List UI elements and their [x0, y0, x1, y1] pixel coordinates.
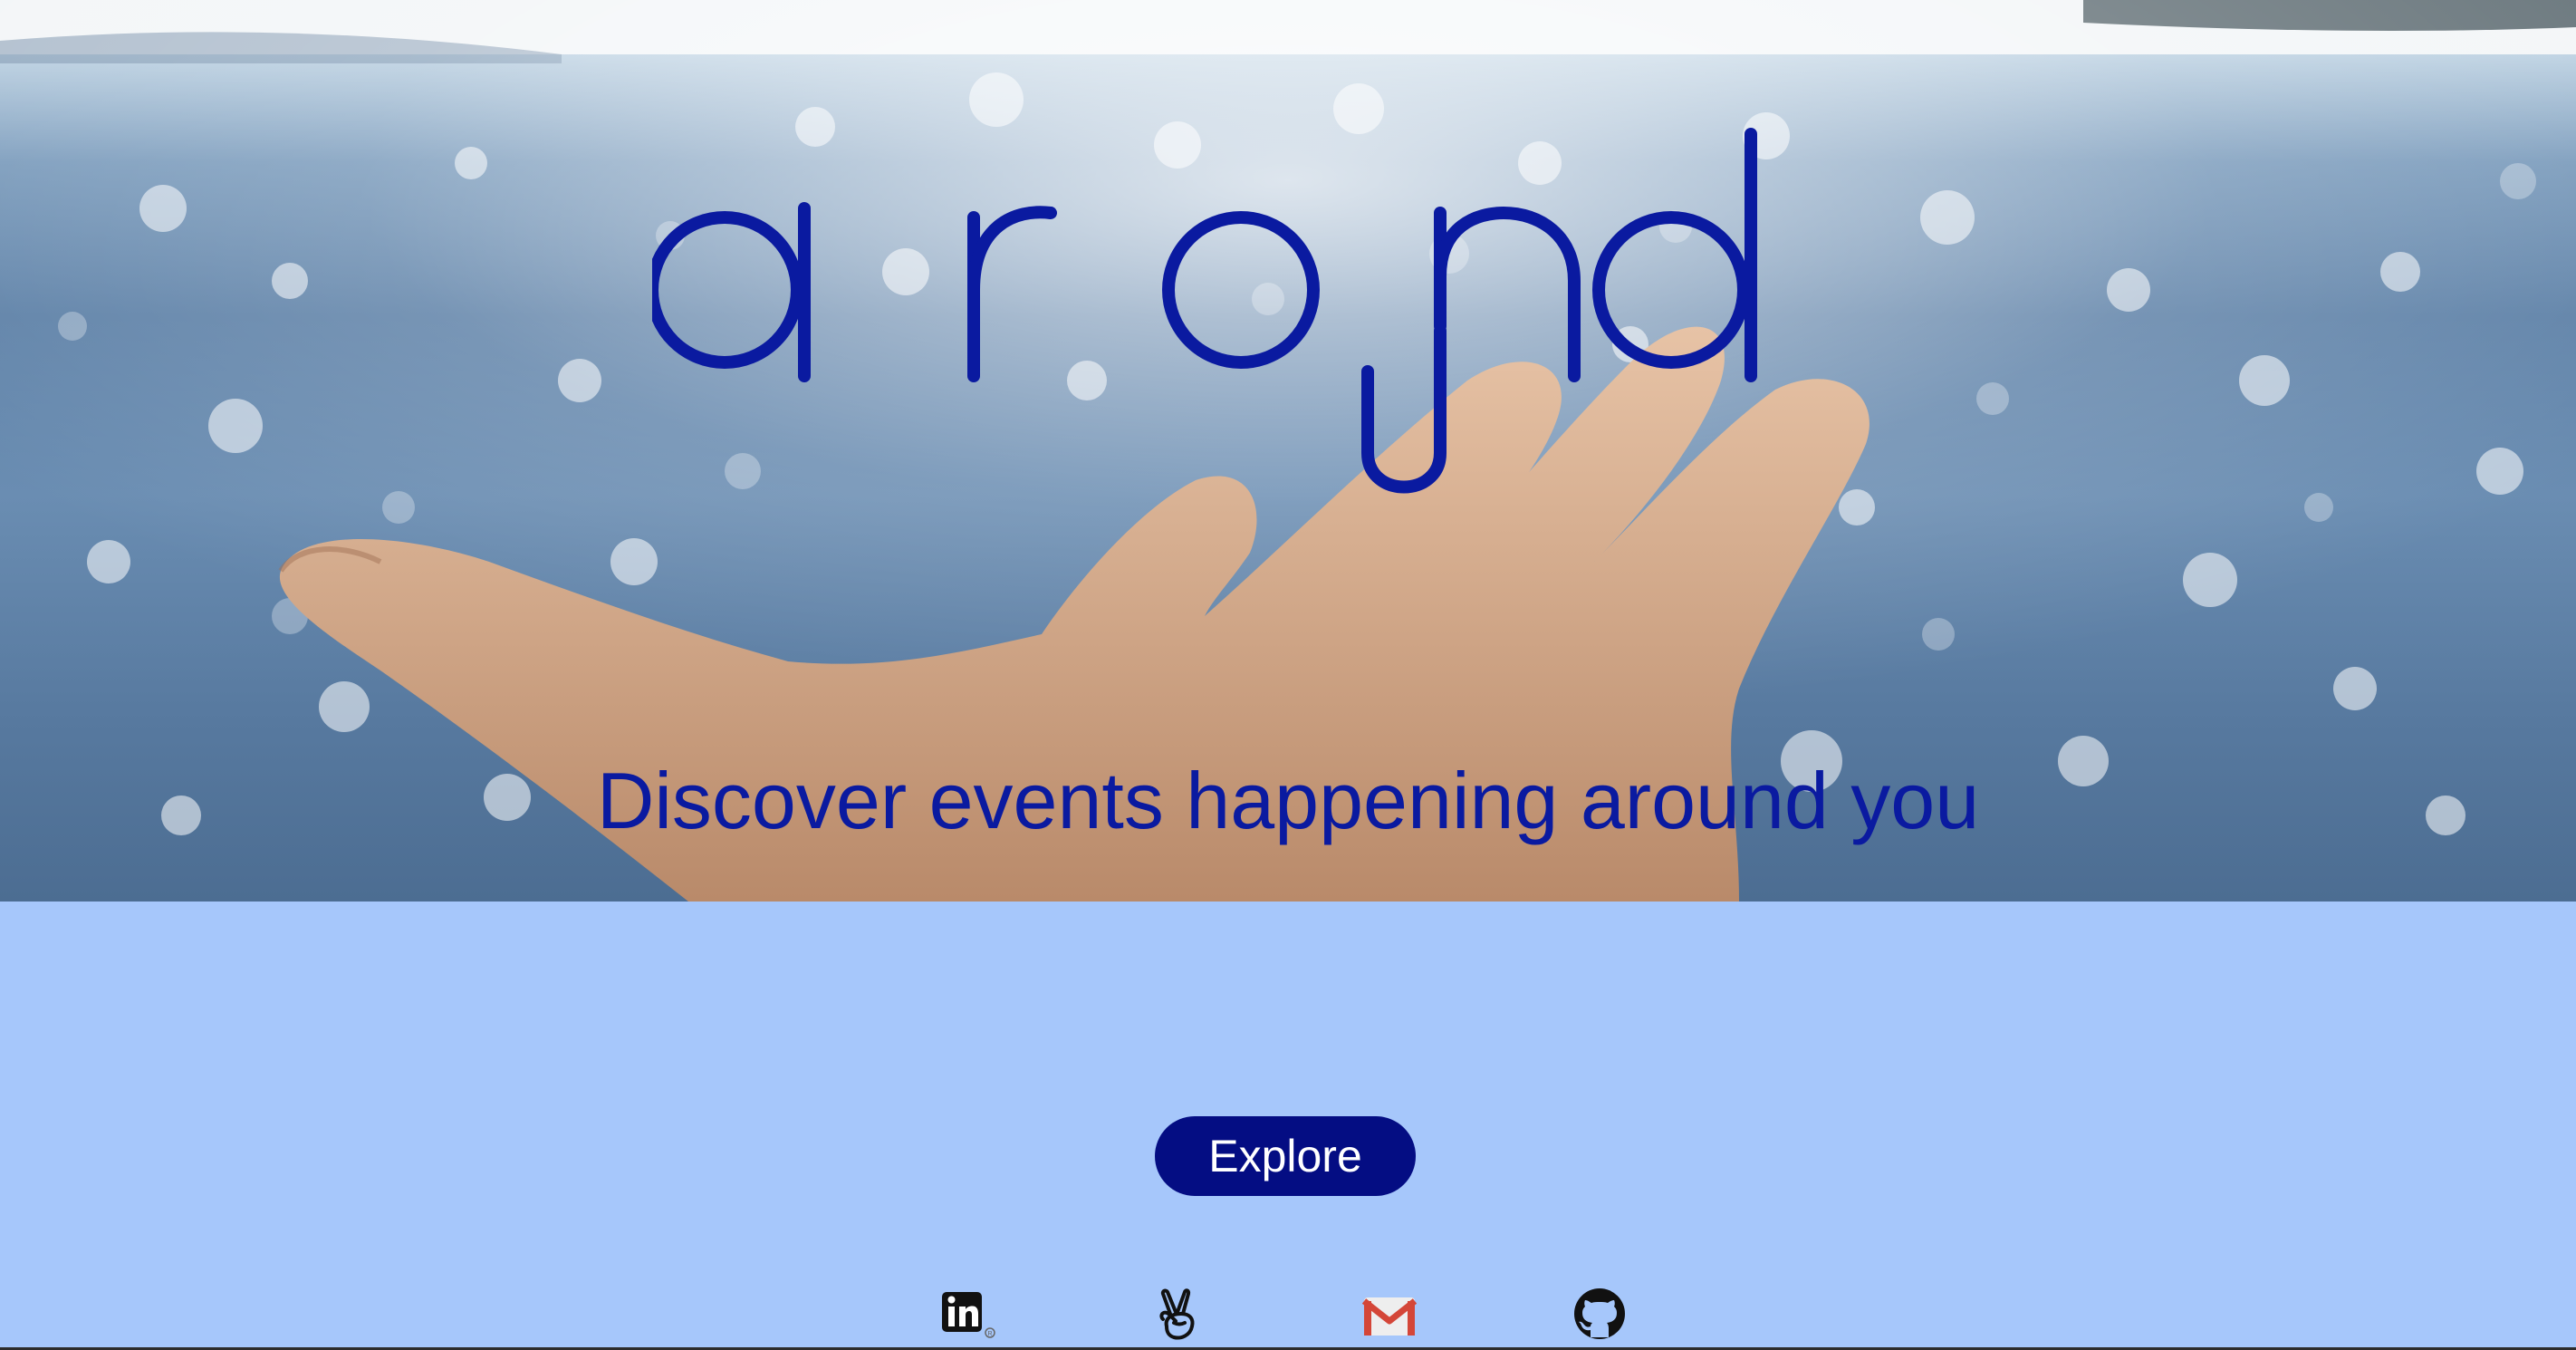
social-links: R	[0, 1287, 2576, 1350]
hero-section: Discover events happening around you	[0, 0, 2576, 902]
explore-button[interactable]: Explore	[1155, 1116, 1416, 1196]
gmail-icon[interactable]	[1360, 1287, 1418, 1345]
around-logo	[652, 128, 1757, 494]
svg-text:R: R	[987, 1331, 992, 1337]
github-icon[interactable]	[1571, 1287, 1629, 1345]
landing-page: Discover events happening around you Exp…	[0, 0, 2576, 1350]
angellist-icon[interactable]	[1150, 1287, 1208, 1345]
linkedin-icon[interactable]: R	[940, 1287, 998, 1345]
hero-tagline: Discover events happening around you	[596, 756, 1980, 845]
